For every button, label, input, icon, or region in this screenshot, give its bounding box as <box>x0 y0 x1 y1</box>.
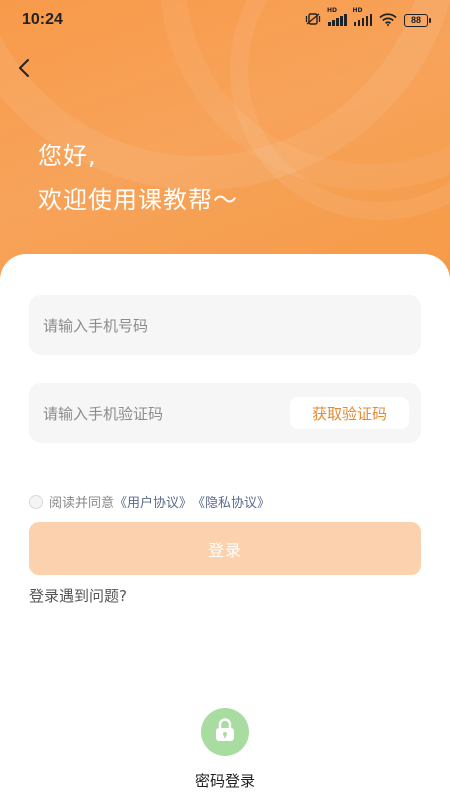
status-icons: HD HD 88 <box>305 7 431 30</box>
user-agreement-link[interactable]: 《用户协议》 <box>114 492 192 511</box>
verification-code-input[interactable]: 请输入手机验证码 获取验证码 <box>29 383 421 443</box>
phone-input[interactable]: 请输入手机号码 <box>29 295 421 355</box>
lock-icon <box>214 717 236 747</box>
battery-icon: 88 <box>404 13 431 27</box>
phone-placeholder: 请输入手机号码 <box>43 316 149 335</box>
signal-icon: HD <box>353 7 372 26</box>
login-screen: 10:24 HD HD 88 您好, 欢迎使用课教帮～ 请输入手机号码 请输入手… <box>0 0 450 800</box>
lock-icon-button[interactable] <box>201 708 249 756</box>
chevron-left-icon <box>18 58 30 82</box>
code-placeholder: 请输入手机验证码 <box>43 404 164 423</box>
signal-icon: HD <box>327 7 347 26</box>
password-login-option[interactable]: 密码登录 <box>0 708 450 791</box>
vibrate-icon <box>305 11 321 30</box>
status-bar: 10:24 HD HD 88 <box>0 0 450 40</box>
login-button[interactable]: 登录 <box>29 522 421 575</box>
greeting-line-2: 欢迎使用课教帮～ <box>38 186 238 214</box>
signal-hd-badge: HD <box>352 7 363 14</box>
agree-prefix: 阅读并同意 <box>49 496 115 511</box>
agreement-row: 阅读并同意 《用户协议》 《隐私协议》 <box>29 492 270 511</box>
agree-checkbox[interactable] <box>29 494 43 509</box>
login-card: 请输入手机号码 请输入手机验证码 获取验证码 阅读并同意 《用户协议》 《隐私协… <box>0 254 450 800</box>
back-button[interactable] <box>12 55 36 85</box>
status-time: 10:24 <box>22 11 63 28</box>
privacy-policy-link[interactable]: 《隐私协议》 <box>192 492 270 511</box>
password-login-label[interactable]: 密码登录 <box>195 770 255 791</box>
login-help-link[interactable]: 登录遇到问题? <box>29 585 127 606</box>
wifi-icon <box>379 11 397 30</box>
greeting-line-1: 您好, <box>38 142 97 170</box>
greeting: 您好, 欢迎使用课教帮～ <box>38 134 238 222</box>
signal-hd-badge: HD <box>327 7 338 14</box>
get-code-button[interactable]: 获取验证码 <box>289 397 409 429</box>
